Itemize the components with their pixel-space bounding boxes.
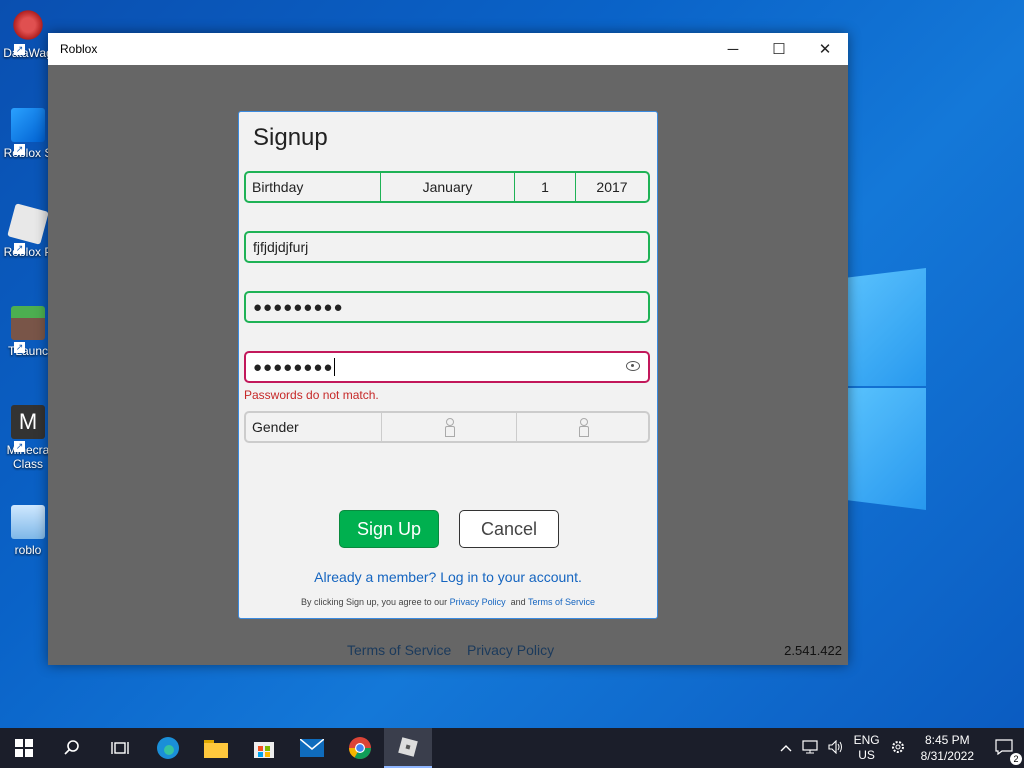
password-mismatch-error: Passwords do not match. [244, 388, 379, 402]
network-icon[interactable] [797, 739, 823, 757]
windows-start-icon[interactable] [0, 728, 48, 768]
sign-up-button[interactable]: Sign Up [339, 510, 439, 548]
footer-terms-link[interactable]: Terms of Service [347, 642, 451, 658]
minecraft-classic-icon: M [11, 405, 45, 439]
maximize-button[interactable]: ☐ [756, 33, 802, 65]
birthday-day-select[interactable]: 1 [515, 173, 576, 201]
signup-heading: Signup [253, 124, 328, 151]
cancel-button[interactable]: Cancel [459, 510, 559, 548]
gender-label: Gender [246, 413, 382, 441]
shortcut-arrow-icon: ↗ [14, 144, 25, 155]
mail-icon[interactable] [288, 728, 336, 768]
confirm-password-input[interactable]: ●●●●●●●● [244, 351, 650, 383]
roblox-icon[interactable] [384, 728, 432, 768]
birthday-month-select[interactable]: January [381, 173, 515, 201]
close-button[interactable]: ✕ [802, 33, 848, 65]
confirm-password-value: ●●●●●●●● [253, 358, 334, 376]
birthday-label: Birthday [246, 173, 381, 201]
footer-privacy-link[interactable]: Privacy Policy [467, 642, 554, 658]
terms-prefix: By clicking Sign up, you agree to our [301, 597, 450, 607]
privacy-policy-link[interactable]: Privacy Policy [450, 597, 506, 607]
login-link[interactable]: Already a member? Log in to your account… [239, 569, 657, 585]
username-value: fjfjdjdjfurj [253, 239, 309, 255]
tlauncher-icon [11, 306, 45, 340]
roblox-studio-icon [11, 108, 45, 142]
recycle-bin-icon [11, 505, 45, 539]
female-person-icon [577, 418, 589, 437]
terms-notice: By clicking Sign up, you agree to our Pr… [239, 597, 657, 607]
shortcut-arrow-icon: ↗ [14, 243, 25, 254]
settings-gear-icon[interactable] [885, 739, 911, 758]
window-title: Roblox [60, 42, 98, 56]
male-person-icon [443, 418, 455, 437]
store-icon[interactable] [240, 728, 288, 768]
task-view-icon[interactable] [96, 728, 144, 768]
terms-of-service-link[interactable]: Terms of Service [528, 597, 595, 607]
windows-logo-wallpaper [848, 258, 928, 513]
datawag-icon [11, 8, 45, 42]
language-top: ENG [853, 733, 880, 747]
minimize-button[interactable]: ─ [710, 33, 756, 65]
terms-and: and [505, 597, 528, 607]
gender-female-option[interactable] [517, 413, 648, 441]
username-input[interactable]: fjfjdjdjfurj [244, 231, 650, 263]
file-explorer-icon[interactable] [192, 728, 240, 768]
clock-time: 8:45 PM [924, 733, 970, 747]
show-hidden-icons-chevron-icon[interactable] [775, 741, 797, 755]
clock-date: 8/31/2022 [920, 749, 974, 763]
window-titlebar[interactable]: Roblox ─ ☐ ✕ [48, 33, 848, 65]
chrome-icon[interactable] [336, 728, 384, 768]
shortcut-arrow-icon: ↗ [14, 441, 25, 452]
edge-icon[interactable] [144, 728, 192, 768]
roblox-window: Roblox ─ ☐ ✕ Signup Birthday January 1 2… [48, 33, 848, 665]
volume-icon[interactable] [823, 739, 849, 757]
show-password-eye-icon[interactable] [626, 361, 640, 371]
language-bottom: US [858, 748, 875, 762]
taskbar: ENG US 8:45 PM 8/31/2022 2 [0, 728, 1024, 768]
version-label: 2.541.422 [784, 643, 842, 658]
roblox-player-icon [7, 203, 49, 245]
search-icon[interactable] [48, 728, 96, 768]
system-tray: ENG US 8:45 PM 8/31/2022 2 [775, 728, 1024, 768]
birthday-field: Birthday January 1 2017 [244, 171, 650, 203]
notification-center-icon[interactable]: 2 [984, 738, 1024, 765]
birthday-year-select[interactable]: 2017 [576, 173, 648, 201]
gender-field: Gender [244, 411, 650, 443]
gender-male-option[interactable] [382, 413, 517, 441]
shortcut-arrow-icon: ↗ [14, 342, 25, 353]
shortcut-arrow-icon: ↗ [14, 44, 25, 55]
password-input[interactable]: ●●●●●●●●● [244, 291, 650, 323]
notification-count-badge: 2 [1010, 752, 1022, 765]
clock[interactable]: 8:45 PM 8/31/2022 [911, 732, 984, 764]
signup-card: Signup Birthday January 1 2017 fjfjdjdjf… [238, 111, 658, 619]
language-indicator[interactable]: ENG US [849, 733, 885, 763]
password-value: ●●●●●●●●● [253, 298, 344, 316]
text-cursor [334, 358, 336, 376]
